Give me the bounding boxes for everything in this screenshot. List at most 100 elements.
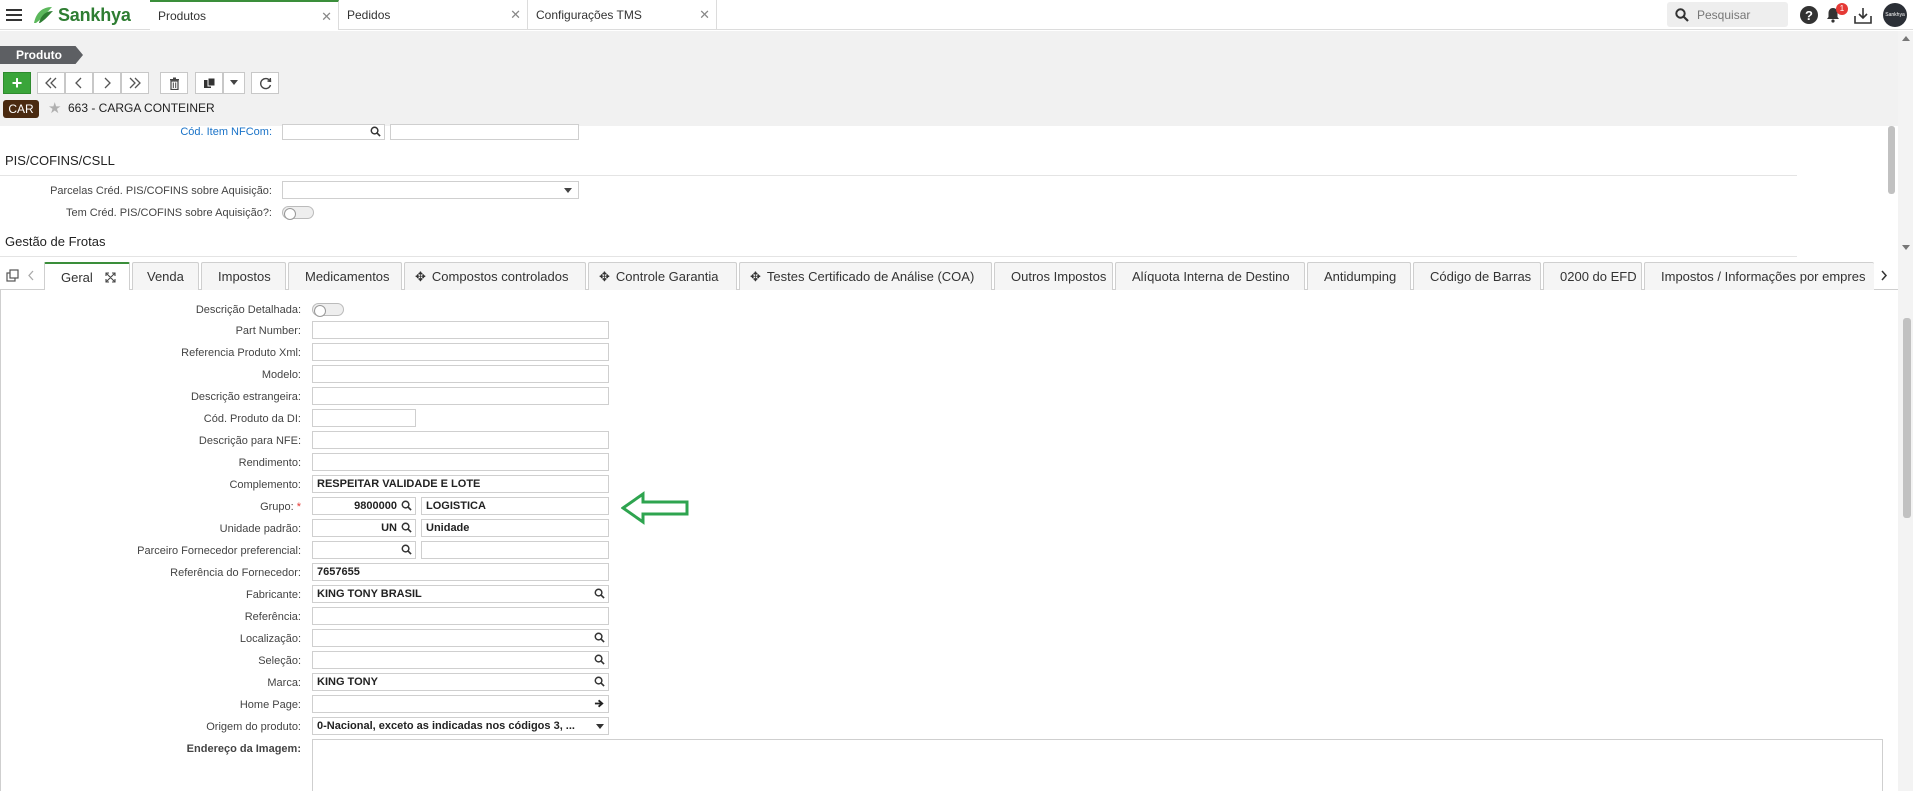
avatar[interactable]: Sankhya (1883, 3, 1907, 27)
app-logo[interactable]: Sankhya (32, 4, 131, 26)
tab-testes-coa[interactable]: ✥ Testes Certificado de Análise (COA) (739, 262, 992, 290)
tab-impostos-por-empresa[interactable]: Impostos / Informações por empres (1644, 262, 1874, 290)
next-record-button[interactable] (93, 72, 121, 94)
search-placeholder: Pesquisar (1697, 7, 1751, 22)
cod-produto-di-label: Cód. Produto da DI: (203, 413, 301, 425)
download-icon[interactable] (1854, 7, 1872, 24)
arrow-right-icon[interactable] (594, 698, 605, 709)
complemento-field[interactable]: RESPEITAR VALIDADE E LOTE (312, 475, 609, 493)
add-button[interactable]: + (3, 72, 31, 94)
menu-icon[interactable] (6, 9, 22, 21)
tab-aliquota-interna[interactable]: Alíquota Interna de Destino (1115, 262, 1305, 290)
home-page-field[interactable] (312, 695, 609, 713)
fabricante-label: Fabricante: (245, 589, 301, 601)
descricao-detalhada-toggle[interactable] (312, 303, 344, 317)
ref-fornecedor-label: Referência do Fornecedor: (170, 567, 301, 579)
search-icon[interactable] (594, 654, 605, 665)
chevron-left-icon[interactable] (27, 270, 35, 281)
tab-geral[interactable]: Geral (44, 262, 130, 291)
windows-icon[interactable] (6, 269, 19, 282)
previous-record-button[interactable] (65, 72, 93, 94)
search-icon[interactable] (401, 500, 412, 511)
tab-antidumping[interactable]: Antidumping (1307, 262, 1411, 290)
search-icon[interactable] (370, 126, 381, 137)
tab-codigo-barras[interactable]: Código de Barras (1413, 262, 1541, 290)
help-icon[interactable]: ? (1800, 6, 1818, 24)
rendimento-field[interactable] (312, 453, 609, 471)
tab-label: Venda (147, 269, 184, 284)
parcelas-select[interactable] (282, 181, 579, 199)
cod-produto-di-field[interactable] (312, 409, 416, 427)
modelo-field[interactable] (312, 365, 609, 383)
marca-field[interactable]: KING TONY (312, 673, 609, 691)
close-icon[interactable]: ✕ (699, 8, 710, 21)
unidade-desc-field[interactable]: Unidade (421, 519, 609, 537)
referencia-field[interactable] (312, 607, 609, 625)
search-icon[interactable] (594, 632, 605, 643)
search-icon[interactable] (401, 544, 412, 555)
part-number-field[interactable] (312, 321, 609, 339)
tem-cred-toggle[interactable] (282, 206, 314, 220)
page-scrollbar-thumb[interactable] (1903, 318, 1911, 518)
cod-item-nfcom-desc[interactable] (390, 124, 579, 140)
descricao-estrangeira-field[interactable] (312, 387, 609, 405)
breadcrumb[interactable]: Produto (0, 46, 83, 64)
tab-compostos-controlados[interactable]: ✥ Compostos controlados (404, 262, 586, 290)
tab-impostos[interactable]: Impostos (201, 262, 286, 290)
cod-item-nfcom-label[interactable]: Cód. Item NFCom: (0, 126, 272, 138)
scroll-up-icon[interactable] (1902, 35, 1910, 41)
unidade-code-field[interactable]: UN (312, 519, 416, 537)
tab-outros-impostos[interactable]: Outros Impostos (994, 262, 1113, 290)
unidade-label[interactable]: Unidade padrão: (1, 523, 301, 535)
search-icon[interactable] (594, 676, 605, 687)
puzzle-icon: ✥ (415, 268, 426, 284)
tab-0200-efd[interactable]: 0200 do EFD (1543, 262, 1642, 290)
selecao-field[interactable] (312, 651, 609, 669)
parceiro-label[interactable]: Parceiro Fornecedor preferencial: (1, 545, 301, 557)
grupo-desc-field[interactable]: LOGISTICA (421, 497, 609, 515)
tab-medicamentos[interactable]: Medicamentos (288, 262, 402, 290)
search-icon (1675, 7, 1689, 22)
global-search[interactable]: Pesquisar (1667, 2, 1788, 27)
grupo-code-field[interactable]: 9800000 (312, 497, 416, 515)
section-pis-cofins: PIS/COFINS/CSLL (5, 153, 115, 168)
tab-venda[interactable]: Venda (132, 262, 199, 290)
double-chevron-left-icon (45, 77, 57, 89)
endereco-imagem-label[interactable]: Endereço da Imagem: (1, 743, 301, 755)
close-icon[interactable]: ✕ (321, 10, 332, 23)
endereco-imagem-area[interactable] (312, 739, 1883, 791)
grupo-label[interactable]: Grupo: * (1, 501, 301, 513)
localizacao-field[interactable] (312, 629, 609, 647)
duplicate-menu-button[interactable] (223, 72, 245, 94)
selecao-label: Seleção: (258, 655, 301, 667)
delete-button[interactable] (160, 72, 188, 94)
tab-produtos[interactable]: Produtos ✕ (150, 0, 339, 30)
first-record-button[interactable] (37, 72, 65, 94)
cod-item-nfcom-code[interactable] (282, 124, 385, 140)
referencia-xml-field[interactable] (312, 343, 609, 361)
last-record-button[interactable] (121, 72, 149, 94)
duplicate-button[interactable] (195, 72, 223, 94)
close-icon[interactable]: ✕ (510, 8, 521, 21)
tab-label: 0200 do EFD (1560, 269, 1637, 284)
search-icon[interactable] (401, 522, 412, 533)
upper-scrollbar-thumb[interactable] (1888, 126, 1895, 194)
expand-icon[interactable] (105, 272, 116, 283)
caret-down-icon (564, 188, 572, 193)
tab-pedidos[interactable]: Pedidos ✕ (339, 0, 528, 30)
search-icon[interactable] (594, 588, 605, 599)
refresh-button[interactable] (251, 72, 279, 94)
tab-label: Configurações TMS (536, 8, 642, 22)
tab-configuracoes-tms[interactable]: Configurações TMS ✕ (528, 0, 717, 30)
tab-controle-garantia[interactable]: ✥ Controle Garantia (588, 262, 737, 290)
chevron-right-icon[interactable] (1880, 270, 1888, 281)
origem-select[interactable]: 0-Nacional, exceto as indicadas nos códi… (312, 717, 609, 735)
descricao-nfe-field[interactable] (312, 431, 609, 449)
ref-fornecedor-field[interactable]: 7657655 (312, 563, 609, 581)
home-page-label: Home Page: (239, 699, 301, 711)
parceiro-desc-field[interactable] (421, 541, 609, 559)
favorite-star-icon[interactable]: ★ (48, 99, 61, 117)
parceiro-code-field[interactable] (312, 541, 416, 559)
scroll-down-icon[interactable] (1902, 245, 1910, 251)
fabricante-field[interactable]: KING TONY BRASIL (312, 585, 609, 603)
